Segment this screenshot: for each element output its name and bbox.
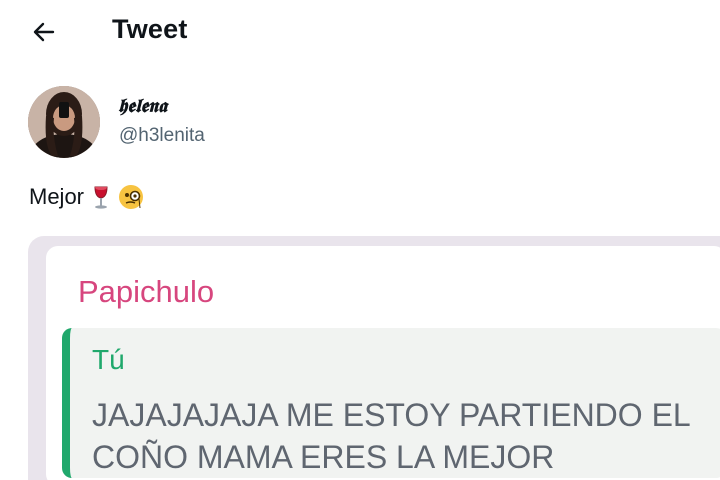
wine-glass-icon	[88, 184, 114, 210]
tweet-media[interactable]: Papichulo Tú JAJAJAJAJA ME ESTOY PARTIEN…	[28, 236, 720, 480]
chat-sender-name: Papichulo	[78, 274, 215, 309]
author-handle[interactable]: @h3lenita	[119, 125, 205, 147]
author-display-name[interactable]: 𝖍𝖊𝖑𝖊𝖓𝖆	[118, 95, 167, 117]
back-button[interactable]	[24, 12, 64, 52]
tweet-header: Tweet	[0, 0, 720, 60]
arrow-left-icon	[33, 22, 55, 42]
monocle-face-icon	[118, 184, 144, 210]
tweet-text: Mejor	[29, 184, 144, 210]
quoted-message: Tú JAJAJAJAJA ME ESTOY PARTIENDO EL COÑO…	[62, 328, 720, 478]
avatar-image	[28, 86, 100, 158]
page-title: Tweet	[112, 14, 188, 44]
quoted-message-text: JAJAJAJAJA ME ESTOY PARTIENDO EL COÑO MA…	[92, 397, 690, 475]
tweet-text-content: Mejor	[29, 184, 85, 209]
chat-bubble: Papichulo Tú JAJAJAJAJA ME ESTOY PARTIEN…	[46, 246, 720, 480]
avatar[interactable]	[28, 86, 100, 158]
quoted-message-author: Tú	[92, 344, 125, 375]
